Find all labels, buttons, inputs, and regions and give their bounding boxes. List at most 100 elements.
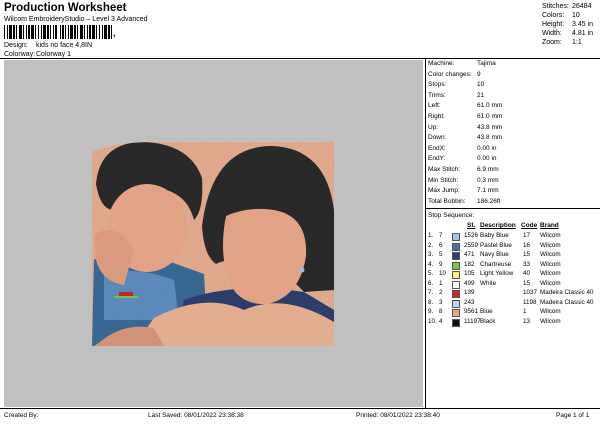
stop-color-number: 3	[439, 298, 443, 306]
machine-info-value: 43.8 mm	[477, 134, 503, 142]
machine-info-row: Machine: Tajima	[428, 60, 496, 68]
design-label: Design:	[4, 42, 28, 49]
stop-row: 1. 7 1526 Baby Blue 17 Wilcom	[428, 232, 600, 241]
footer-last-saved: Last Saved: 08/01/2022 23:38:38	[148, 412, 244, 419]
machine-info-label: EndY:	[428, 155, 446, 163]
stop-color-number: 9	[439, 260, 443, 268]
stop-code: 33	[523, 260, 531, 268]
machine-info-value: 61.0 mm	[477, 102, 503, 110]
footer-created-by: Created By:	[4, 412, 39, 419]
colorway-label: Colorway:	[4, 51, 36, 58]
stop-number: 2.	[428, 241, 434, 249]
stop-number: 5.	[428, 270, 434, 277]
stop-stitches: 9561	[464, 308, 479, 315]
col-header-st: St.	[467, 222, 476, 229]
stop-code: 40	[523, 270, 531, 277]
stop-description: Light Yellow	[480, 270, 514, 277]
stop-brand: Wilcom	[540, 270, 561, 277]
barcode	[4, 25, 112, 39]
stat-stitches: Stitches: 26484	[542, 3, 592, 10]
machine-info-label: Max Jump:	[428, 187, 460, 195]
panel-divider	[425, 58, 426, 408]
stop-stitches: 1526	[464, 232, 479, 239]
stop-code: 17	[523, 232, 531, 239]
color-swatch	[452, 252, 460, 260]
machine-info-row: Min Stitch: 0.3 mm	[428, 177, 499, 185]
col-header-description: Description	[480, 222, 516, 229]
stop-row: 3. 5 471 Navy Blue 15 Wilcom	[428, 251, 600, 260]
stop-code: 1198	[523, 298, 537, 306]
stop-stitches: 139	[464, 289, 475, 296]
stop-description: Baby Blue	[480, 232, 509, 239]
stat-zoom: Zoom: 1:1	[542, 39, 582, 46]
stop-description: Navy Blue	[480, 251, 509, 258]
stop-description: Pastel Blue	[480, 241, 512, 249]
stats-panel: Stitches: 26484 Colors: 10 Height: 3.45 in …	[542, 3, 596, 46]
color-swatch	[452, 233, 460, 241]
barcode-mark: ,	[113, 28, 116, 38]
stop-sequence-title: Stop Sequence:	[428, 212, 475, 219]
stop-stitches: 243	[464, 298, 475, 306]
machine-info-label: Right:	[428, 113, 445, 120]
stop-row: 9. 8 9561 Blue 1 Wilcom	[428, 308, 600, 317]
info-divider	[426, 208, 600, 209]
stop-row: 6. 1 499 White 15 Wilcom	[428, 280, 600, 289]
stop-row: 8. 3 243 1198 Madeira Classic 40	[428, 299, 600, 308]
machine-info-value: 21	[477, 91, 485, 99]
machine-info-label: EndX:	[428, 144, 446, 152]
stop-code: 1	[523, 308, 527, 315]
stat-colors: Colors: 10	[542, 12, 580, 19]
footer-printed: Printed: 08/01/2022 23:38:40	[356, 412, 440, 419]
machine-info-row: Max Jump: 7.1 mm	[428, 187, 499, 195]
footer-page: Page 1 of 1	[556, 412, 590, 419]
stop-color-number: 1	[439, 279, 443, 287]
stop-stitches: 499	[464, 279, 475, 287]
stop-number: 10.	[428, 317, 437, 325]
color-swatch	[452, 318, 460, 327]
color-swatch	[452, 280, 460, 289]
machine-info-value: 61.0 mm	[477, 113, 503, 120]
machine-info-row: Color changes: 9	[428, 70, 481, 79]
stop-stitches: 471	[464, 251, 475, 258]
machine-info-label: Down:	[428, 134, 447, 142]
machine-info-row: Left: 61.0 mm	[428, 102, 502, 110]
machine-info-label: Left:	[428, 102, 441, 110]
machine-info-value: 0.00 in	[477, 144, 497, 152]
stop-number: 6.	[428, 279, 434, 287]
stop-number: 7.	[428, 289, 434, 296]
machine-info-label: Machine:	[428, 60, 455, 67]
machine-info-row: Max Stitch: 6.9 mm	[428, 166, 499, 174]
machine-info-label: Stops:	[428, 81, 447, 89]
stop-row: 2. 6 2559 Pastel Blue 16 Wilcom	[428, 242, 600, 251]
stop-row: 4. 9 182 Chartreuse 33 Wilcom	[428, 261, 600, 270]
color-swatch	[452, 271, 460, 279]
stop-code: 13	[523, 317, 531, 325]
machine-info-row: Stops: 10	[428, 81, 484, 89]
color-swatch	[452, 299, 460, 308]
machine-info-value: 7.1 mm	[477, 187, 499, 195]
stop-description: Black	[480, 317, 496, 325]
stop-number: 8.	[428, 298, 434, 306]
machine-info-label: Color changes:	[428, 70, 472, 78]
stop-code: 1037	[523, 289, 538, 296]
stop-color-number: 10	[439, 270, 447, 277]
machine-info-value: 10	[477, 81, 485, 89]
stop-brand: Wilcom	[540, 251, 561, 258]
footer-divider	[0, 408, 600, 409]
color-swatch	[452, 261, 460, 270]
stop-brand: Wilcom	[540, 241, 561, 249]
stop-row: 7. 2 139 1037 Madeira Classic 40	[428, 289, 600, 298]
color-swatch	[452, 309, 460, 317]
stop-number: 4.	[428, 260, 434, 268]
worksheet-title: Production Worksheet	[4, 2, 127, 14]
stop-description: Blue	[480, 308, 493, 315]
machine-info-row: Down: 43.8 mm	[428, 134, 502, 142]
machine-info-value: Tajima	[477, 60, 496, 67]
machine-info-label: Trims:	[428, 91, 446, 99]
stop-stitches: 182	[464, 260, 475, 268]
machine-info-label: Max Stitch:	[428, 166, 461, 173]
design-preview	[4, 60, 423, 407]
stop-stitches: 11197	[464, 317, 481, 325]
color-swatch	[452, 290, 460, 298]
machine-info-value: 0.00 in	[477, 155, 497, 163]
